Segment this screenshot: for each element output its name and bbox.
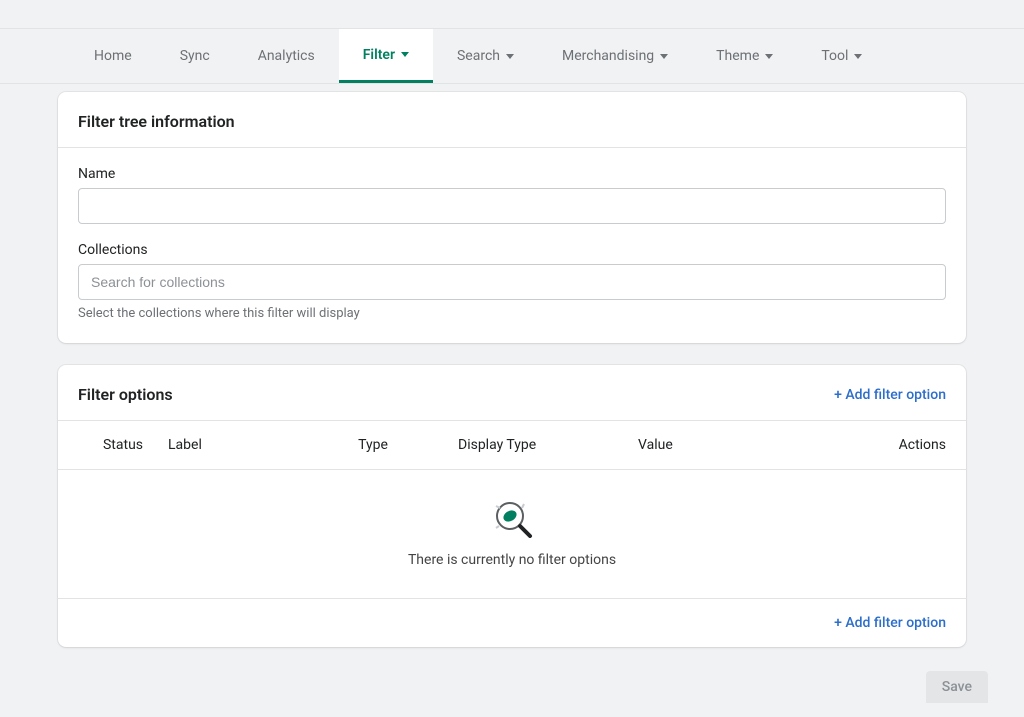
col-display-type: Display Type (458, 437, 638, 453)
nav-analytics[interactable]: Analytics (234, 29, 339, 83)
caret-down-icon (401, 52, 409, 57)
filter-options-card: Filter options + Add filter option Statu… (58, 365, 966, 647)
nav-tool[interactable]: Tool (797, 29, 886, 83)
nav-search[interactable]: Search (433, 29, 538, 83)
nav-merchandising[interactable]: Merchandising (538, 29, 692, 83)
card-title: Filter options (78, 385, 173, 404)
nav-theme[interactable]: Theme (692, 29, 797, 83)
nav-filter[interactable]: Filter (339, 29, 433, 83)
caret-down-icon (660, 54, 668, 59)
caret-down-icon (506, 54, 514, 59)
card-title: Filter tree information (78, 112, 235, 131)
col-type: Type (288, 437, 458, 453)
collections-input[interactable] (78, 264, 946, 300)
add-filter-option-button-footer[interactable]: + Add filter option (834, 615, 946, 631)
nav-sync[interactable]: Sync (156, 29, 234, 83)
col-label: Label (168, 437, 288, 453)
top-nav: Home Sync Analytics Filter Search Mercha… (0, 28, 1024, 84)
collections-help-text: Select the collections where this filter… (78, 306, 946, 321)
magnifier-empty-icon (490, 498, 534, 542)
caret-down-icon (765, 54, 773, 59)
col-value: Value (638, 437, 788, 453)
col-status: Status (78, 437, 168, 453)
col-actions: Actions (788, 437, 946, 453)
filter-tree-info-card: Filter tree information Name Collections… (58, 92, 966, 343)
empty-message: There is currently no filter options (78, 552, 946, 568)
caret-down-icon (854, 54, 862, 59)
name-label: Name (78, 166, 946, 182)
filter-options-table-header: Status Label Type Display Type Value Act… (58, 421, 966, 470)
save-button[interactable]: Save (926, 671, 988, 703)
name-input[interactable] (78, 188, 946, 224)
nav-home[interactable]: Home (70, 29, 156, 83)
add-filter-option-button[interactable]: + Add filter option (834, 387, 946, 403)
empty-state: There is currently no filter options (58, 470, 966, 599)
collections-label: Collections (78, 242, 946, 258)
